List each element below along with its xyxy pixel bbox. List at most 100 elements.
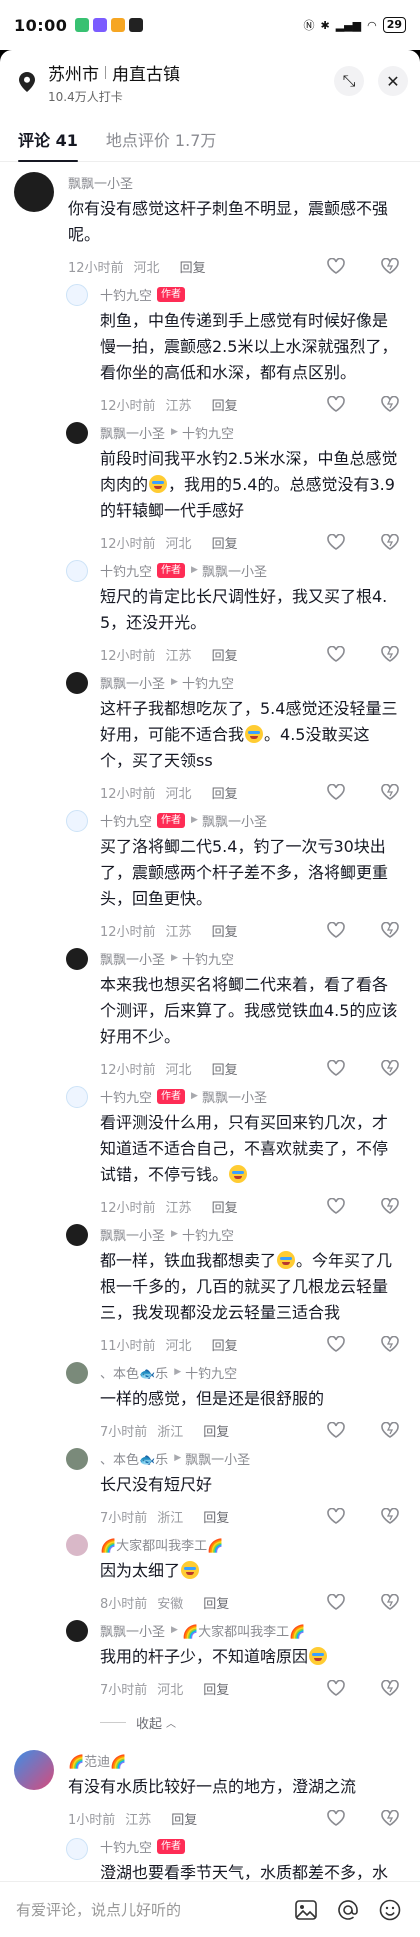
like-icon[interactable] — [326, 256, 346, 276]
reply-to-username[interactable]: 飘飘一小圣 — [202, 811, 267, 830]
avatar[interactable] — [66, 672, 88, 694]
like-icon[interactable] — [326, 1334, 346, 1354]
dislike-icon[interactable] — [380, 920, 400, 940]
reply-button[interactable]: 回复 — [203, 1593, 229, 1612]
tab-comments[interactable]: 评论 41 — [18, 127, 78, 162]
dislike-icon[interactable] — [380, 532, 400, 552]
reply-button[interactable]: 回复 — [212, 783, 238, 802]
reply-username[interactable]: 十钓九空 — [100, 1837, 152, 1856]
comment-username[interactable]: 十钓九空 — [100, 285, 152, 304]
avatar[interactable] — [66, 1620, 88, 1642]
reply-to-username[interactable]: 飘飘一小圣 — [185, 1449, 250, 1468]
dislike-icon[interactable] — [380, 782, 400, 802]
reply-to-username[interactable]: 飘飘一小圣 — [202, 1087, 267, 1106]
reply-item[interactable]: 飘飘一小圣 ▶ 🌈大家都叫我李工🌈 我用的杆子少，不知道啥原因 7小时前 河北 回复 — [0, 1620, 420, 1706]
reply-to-username[interactable]: 十钓九空 — [182, 423, 234, 442]
like-icon[interactable] — [326, 532, 346, 552]
reply-item[interactable]: 飘飘一小圣 ▶ 十钓九空 这杆子我都想吃灰了，5.4感觉还没轻量三好用，可能不适合我。… — [0, 672, 420, 810]
reply-button[interactable]: 回复 — [212, 1059, 238, 1078]
reply-button[interactable]: 回复 — [212, 533, 238, 552]
location-titles[interactable]: 苏州市 甪直古镇 10.4万人打卡 — [48, 60, 180, 105]
comment-username[interactable]: 、本色🐟乐 — [100, 1363, 168, 1382]
reply-to-username[interactable]: 十钓九空 — [182, 949, 234, 968]
reply-item[interactable]: 飘飘一小圣 ▶ 十钓九空 本来我也想买名将鲫二代来着，看了看各个测评，后来算了。我感觉… — [0, 948, 420, 1086]
comment-username[interactable]: 飘飘一小圣 — [100, 673, 165, 692]
reply-to-username[interactable]: 十钓九空 — [182, 1225, 234, 1244]
like-icon[interactable] — [326, 1506, 346, 1526]
avatar[interactable] — [66, 1838, 88, 1860]
dislike-icon[interactable] — [380, 1196, 400, 1216]
reply-button[interactable]: 回复 — [203, 1507, 229, 1526]
reply-to-username[interactable]: 飘飘一小圣 — [202, 561, 267, 580]
like-icon[interactable] — [326, 782, 346, 802]
reply-item[interactable]: 十钓九空 作者 ▶ 飘飘一小圣 买了洛将鲫二代5.4，钓了一次亏30块出了，震颤感两个杆… — [0, 810, 420, 948]
avatar[interactable] — [66, 1534, 88, 1556]
like-icon[interactable] — [326, 1592, 346, 1612]
reply-button[interactable]: 回复 — [171, 1809, 197, 1828]
reply-button[interactable]: 回复 — [212, 395, 238, 414]
avatar[interactable] — [66, 284, 88, 306]
like-icon[interactable] — [326, 920, 346, 940]
collapse-replies-button[interactable]: 收起 ︿ — [100, 1706, 420, 1738]
like-icon[interactable] — [326, 394, 346, 414]
reply-button[interactable]: 回复 — [203, 1679, 229, 1698]
comment-username[interactable]: 十钓九空 — [100, 811, 152, 830]
reply-item[interactable]: 、本色🐟乐 ▶ 十钓九空 一样的感觉，但是还是很舒服的 7小时前 浙江 回复 — [0, 1362, 420, 1448]
tab-place-reviews[interactable]: 地点评价 1.7万 — [106, 127, 217, 161]
dislike-icon[interactable] — [380, 394, 400, 414]
reply-item[interactable]: 十钓九空 作者 澄湖也要看季节天气，水质都差不多，水 — [0, 1836, 420, 1886]
dislike-icon[interactable] — [380, 1678, 400, 1698]
dislike-icon[interactable] — [380, 1334, 400, 1354]
emoji-icon[interactable] — [376, 1896, 404, 1924]
comment-username[interactable]: 飘飘一小圣 — [68, 173, 133, 192]
avatar[interactable] — [66, 560, 88, 582]
reply-item[interactable]: 十钓九空 作者 ▶ 飘飘一小圣 短尺的肯定比长尺调性好，我又买了根4.5，还没开光。 12… — [0, 560, 420, 672]
comment-username[interactable]: 🌈范迪🌈 — [68, 1750, 400, 1770]
comment-username[interactable]: 飘飘一小圣 — [100, 423, 165, 442]
close-button[interactable]: ✕ — [378, 66, 408, 96]
dislike-icon[interactable] — [380, 1506, 400, 1526]
reply-to-username[interactable]: 🌈大家都叫我李工🌈 — [182, 1621, 305, 1640]
reply-item[interactable]: 飘飘一小圣 ▶ 十钓九空 前段时间我平水钓2.5米水深，中鱼总感觉肉肉的 ，我用的5.4… — [0, 422, 420, 560]
dislike-icon[interactable] — [380, 1808, 400, 1828]
avatar[interactable] — [66, 422, 88, 444]
reply-button[interactable]: 回复 — [212, 1197, 238, 1216]
reply-button[interactable]: 回复 — [203, 1421, 229, 1440]
image-icon[interactable] — [292, 1896, 320, 1924]
dislike-icon[interactable] — [380, 1058, 400, 1078]
like-icon[interactable] — [326, 1420, 346, 1440]
at-mention-icon[interactable] — [334, 1896, 362, 1924]
comment-username[interactable]: 、本色🐟乐 — [100, 1449, 168, 1468]
minimize-button[interactable]: ⤡ — [334, 66, 364, 96]
avatar[interactable] — [14, 1750, 54, 1790]
dislike-icon[interactable] — [380, 1592, 400, 1612]
reply-item[interactable]: 十钓九空 作者 ▶ 飘飘一小圣 看评测没什么用，只有买回来钓几次，才知道适不适合自己，不… — [0, 1086, 420, 1224]
reply-to-username[interactable]: 十钓九空 — [185, 1363, 237, 1382]
reply-item[interactable]: 🌈大家都叫我李工🌈 因为太细了 8小时前 安徽 回复 — [0, 1534, 420, 1620]
reply-item[interactable]: 十钓九空 作者 刺鱼，中鱼传递到手上感觉有时候好像是慢一拍，震颤感2.5米以上水深就… — [0, 284, 420, 422]
dislike-icon[interactable] — [380, 644, 400, 664]
comment-username[interactable]: 十钓九空 — [100, 1087, 152, 1106]
comment-username[interactable]: 十钓九空 — [100, 561, 152, 580]
comment-username[interactable]: 飘飘一小圣 — [100, 1225, 165, 1244]
comment-input[interactable]: 有爱评论，说点儿好听的 — [16, 1899, 278, 1920]
reply-button[interactable]: 回复 — [180, 257, 206, 276]
comment-username[interactable]: 🌈大家都叫我李工🌈 — [100, 1535, 223, 1554]
like-icon[interactable] — [326, 1196, 346, 1216]
reply-button[interactable]: 回复 — [212, 921, 238, 940]
avatar[interactable] — [66, 1224, 88, 1246]
like-icon[interactable] — [326, 644, 346, 664]
avatar[interactable] — [66, 948, 88, 970]
like-icon[interactable] — [326, 1678, 346, 1698]
avatar[interactable] — [66, 1362, 88, 1384]
avatar[interactable] — [66, 1086, 88, 1108]
like-icon[interactable] — [326, 1808, 346, 1828]
avatar[interactable] — [14, 172, 54, 212]
reply-button[interactable]: 回复 — [212, 1335, 238, 1354]
avatar[interactable] — [66, 1448, 88, 1470]
comment-item[interactable]: 飘飘一小圣 你有没有感觉这杆子刺鱼不明显，震颤感不强呢。 12小时前 河北 回复 — [0, 172, 420, 284]
reply-item[interactable]: 飘飘一小圣 ▶ 十钓九空 都一样，铁血我都想卖了 。今年买了几根一千多的，几百的就买了几… — [0, 1224, 420, 1362]
reply-item[interactable]: 、本色🐟乐 ▶ 飘飘一小圣 长尺没有短尺好 7小时前 浙江 回复 — [0, 1448, 420, 1534]
reply-to-username[interactable]: 十钓九空 — [182, 673, 234, 692]
comment-username[interactable]: 飘飘一小圣 — [100, 949, 165, 968]
